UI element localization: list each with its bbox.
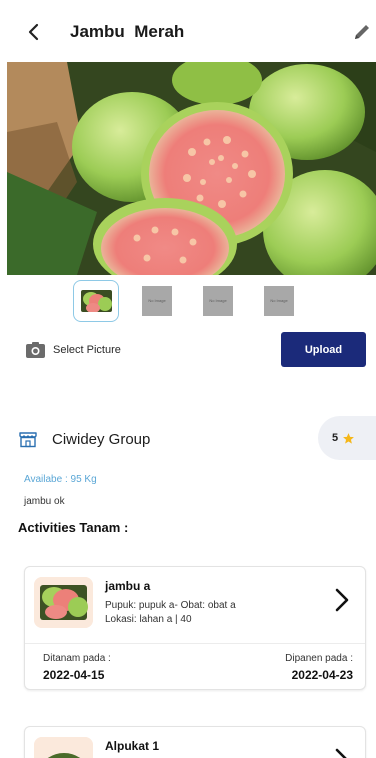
- thumbnail-placeholder: No Image: [264, 286, 294, 316]
- store-icon: [19, 432, 37, 448]
- thumbnail-1[interactable]: [73, 280, 119, 322]
- select-picture-label: Select Picture: [53, 344, 121, 356]
- activity-name: jambu a: [105, 579, 151, 593]
- camera-icon: [26, 342, 45, 358]
- activity-card[interactable]: Alpukat 1: [24, 726, 366, 758]
- thumbnail-2[interactable]: No Image: [134, 280, 180, 322]
- activity-location: Lokasi: lahan a | 40: [105, 614, 192, 625]
- card-divider: [25, 643, 365, 644]
- select-picture-button[interactable]: Select Picture: [26, 340, 121, 360]
- planted-label: Ditanam pada :: [43, 653, 111, 664]
- activity-details: Pupuk: pupuk a- Obat: obat a Lokasi: lah…: [105, 599, 236, 627]
- pencil-icon[interactable]: [352, 22, 372, 42]
- star-icon: [343, 432, 355, 444]
- product-photo: [7, 62, 376, 275]
- group-name: Ciwidey Group: [52, 430, 151, 448]
- available-stock: Availabe : 95 Kg: [24, 474, 97, 485]
- group-link[interactable]: Ciwidey Group: [18, 425, 150, 453]
- thumbnail-3[interactable]: No Image: [195, 280, 241, 322]
- chevron-left-icon[interactable]: [22, 20, 46, 44]
- harvest-label: Dipanen pada :: [285, 653, 353, 664]
- activity-thumbnail: [34, 577, 93, 628]
- activities-title: Activities Tanam :: [18, 520, 129, 535]
- thumbnail-placeholder: No Image: [203, 286, 233, 316]
- product-description: jambu ok: [24, 496, 65, 507]
- thumbnail-4[interactable]: No Image: [256, 280, 302, 322]
- activity-fertilizer-medicine: Pupuk: pupuk a- Obat: obat a: [105, 600, 236, 611]
- thumbnail-strip: No Image No Image No Image: [0, 280, 376, 324]
- rating-value: 5: [332, 432, 339, 444]
- page-title: Jambu Merah: [70, 22, 185, 41]
- activity-name: Alpukat 1: [105, 739, 160, 753]
- app-header: Jambu Merah: [0, 0, 376, 64]
- chevron-right-icon[interactable]: [333, 747, 351, 758]
- chevron-right-icon[interactable]: [333, 587, 351, 613]
- thumbnail-placeholder: No Image: [142, 286, 172, 316]
- activity-thumbnail: [34, 737, 93, 758]
- harvest-date: 2022-04-23: [291, 668, 353, 682]
- thumbnail-photo: [81, 290, 112, 312]
- rating-badge: 5: [318, 416, 376, 460]
- planted-date: 2022-04-15: [43, 668, 105, 682]
- activity-card[interactable]: jambu a Pupuk: pupuk a- Obat: obat a Lok…: [24, 566, 366, 690]
- upload-button[interactable]: Upload: [281, 332, 366, 367]
